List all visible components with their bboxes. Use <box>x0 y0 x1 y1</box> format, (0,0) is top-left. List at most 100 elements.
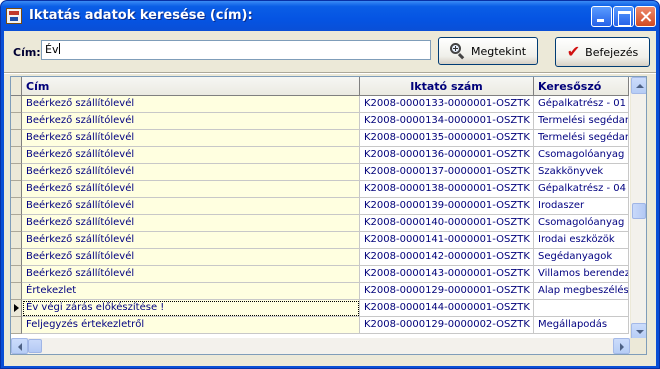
row-selector[interactable] <box>11 283 22 300</box>
cell-cim[interactable]: Értekezlet <box>22 283 360 300</box>
cell-keresoszo[interactable]: Szakkönyvek <box>534 164 629 181</box>
cell-keresoszo[interactable]: Csomagolóanyag <box>534 215 629 232</box>
search-label: Cím: <box>13 46 41 59</box>
scroll-left-button[interactable] <box>11 338 28 354</box>
vertical-scroll-thumb[interactable] <box>632 203 646 219</box>
cell-cim[interactable]: Év végi zárás előkészítése ! <box>22 300 360 317</box>
cell-keresoszo[interactable] <box>534 300 629 317</box>
cell-iktato-szam[interactable]: K2008-0000144-0000001-OSZTK <box>360 300 534 317</box>
cell-keresoszo[interactable]: Gépalkatrész - 01 Üz <box>534 96 629 113</box>
cell-cim[interactable]: Beérkező szállítólevél <box>22 181 360 198</box>
cell-cim[interactable]: Beérkező szállítólevél <box>22 198 360 215</box>
horizontal-scroll-thumb[interactable] <box>28 339 42 353</box>
column-header-cim[interactable]: Cím <box>22 77 360 96</box>
table-row[interactable]: Beérkező szállítólevél K2008-0000141-000… <box>11 232 629 249</box>
zoom-in-magnifier-icon <box>449 43 466 60</box>
cell-keresoszo[interactable]: Csomagolóanyag <box>534 147 629 164</box>
text-caret <box>59 43 61 54</box>
row-selector[interactable] <box>11 181 22 198</box>
cell-iktato-szam[interactable]: K2008-0000137-0000001-OSZTK <box>360 164 534 181</box>
minimize-button[interactable] <box>591 6 612 27</box>
cell-keresoszo[interactable]: Megállapodás <box>534 317 629 334</box>
table-row[interactable]: Beérkező szállítólevél K2008-0000140-000… <box>11 215 629 232</box>
cell-keresoszo[interactable]: Termelési segédanya <box>534 130 629 147</box>
table-row[interactable]: Beérkező szállítólevél K2008-0000135-000… <box>11 130 629 147</box>
view-button-label: Megtekint <box>470 44 527 58</box>
app-icon[interactable] <box>6 8 22 24</box>
row-selector[interactable] <box>11 113 22 130</box>
close-button[interactable] <box>635 6 656 27</box>
vertical-scrollbar[interactable] <box>630 77 646 340</box>
cell-cim[interactable]: Beérkező szállítólevél <box>22 232 360 249</box>
finish-button[interactable]: ✔ Befejezés <box>555 37 650 67</box>
horizontal-scrollbar[interactable] <box>11 338 646 354</box>
cell-iktato-szam[interactable]: K2008-0000129-0000001-OSZTK <box>360 283 534 300</box>
checkmark-icon: ✔ <box>566 42 581 61</box>
cell-iktato-szam[interactable]: K2008-0000138-0000001-OSZTK <box>360 181 534 198</box>
cell-iktato-szam[interactable]: K2008-0000141-0000001-OSZTK <box>360 232 534 249</box>
cell-iktato-szam[interactable]: K2008-0000129-0000002-OSZTK <box>360 317 534 334</box>
table-row[interactable]: Beérkező szállítólevél K2008-0000137-000… <box>11 164 629 181</box>
scrollbar-corner <box>630 338 646 354</box>
cell-cim[interactable]: Beérkező szállítólevél <box>22 164 360 181</box>
cell-iktato-szam[interactable]: K2008-0000143-0000001-OSZTK <box>360 266 534 283</box>
cell-cim[interactable]: Feljegyzés értekezletről <box>22 317 360 334</box>
cell-cim[interactable]: Beérkező szállítólevél <box>22 215 360 232</box>
row-selector[interactable] <box>11 266 22 283</box>
row-selector[interactable] <box>11 232 22 249</box>
row-selector[interactable] <box>11 147 22 164</box>
cell-iktato-szam[interactable]: K2008-0000140-0000001-OSZTK <box>360 215 534 232</box>
table-row[interactable]: Beérkező szállítólevél K2008-0000136-000… <box>11 147 629 164</box>
table-row-current[interactable]: Év végi zárás előkészítése ! K2008-00001… <box>11 300 629 317</box>
table-row[interactable]: Beérkező szállítólevél K2008-0000143-000… <box>11 266 629 283</box>
title-bar[interactable]: Iktatás adatok keresése (cím): <box>1 1 659 31</box>
row-selector[interactable] <box>11 198 22 215</box>
table-row[interactable]: Beérkező szállítólevél K2008-0000133-000… <box>11 96 629 113</box>
table-row[interactable]: Feljegyzés értekezletről K2008-0000129-0… <box>11 317 629 334</box>
column-header-iktato-szam[interactable]: Iktató szám <box>360 77 534 96</box>
cell-keresoszo[interactable]: Gépalkatrész - 04 üz <box>534 181 629 198</box>
cell-keresoszo[interactable]: Termelési segédanya <box>534 113 629 130</box>
cell-cim[interactable]: Beérkező szállítólevél <box>22 113 360 130</box>
row-selector[interactable] <box>11 317 22 334</box>
cell-keresoszo[interactable]: Irodaszer <box>534 198 629 215</box>
cell-iktato-szam[interactable]: K2008-0000142-0000001-OSZTK <box>360 249 534 266</box>
cell-iktato-szam[interactable]: K2008-0000135-0000001-OSZTK <box>360 130 534 147</box>
cell-iktato-szam[interactable]: K2008-0000134-0000001-OSZTK <box>360 113 534 130</box>
arrow-up-icon <box>636 84 644 88</box>
table-row[interactable]: Beérkező szállítólevél K2008-0000134-000… <box>11 113 629 130</box>
table-row[interactable]: Beérkező szállítólevél K2008-0000142-000… <box>11 249 629 266</box>
view-button[interactable]: Megtekint <box>438 37 538 65</box>
row-selector[interactable] <box>11 96 22 113</box>
table-row[interactable]: Beérkező szállítólevél K2008-0000139-000… <box>11 198 629 215</box>
table-row[interactable]: Beérkező szállítólevél K2008-0000138-000… <box>11 181 629 198</box>
cell-cim[interactable]: Beérkező szállítólevél <box>22 96 360 113</box>
table-row[interactable]: Értekezlet K2008-0000129-0000001-OSZTK A… <box>11 283 629 300</box>
row-selector[interactable] <box>11 249 22 266</box>
cell-cim[interactable]: Beérkező szállítólevél <box>22 249 360 266</box>
cell-keresoszo[interactable]: Irodai eszközök <box>534 232 629 249</box>
cell-cim[interactable]: Beérkező szállítólevél <box>22 130 360 147</box>
divider <box>4 72 656 74</box>
cell-cim[interactable]: Beérkező szállítólevél <box>22 266 360 283</box>
cell-iktato-szam[interactable]: K2008-0000136-0000001-OSZTK <box>360 147 534 164</box>
search-input[interactable]: Év <box>41 40 431 60</box>
row-selector[interactable] <box>11 164 22 181</box>
results-grid[interactable]: Cím Iktató szám Keresőszó Beérkező száll… <box>10 76 647 355</box>
arrow-down-icon <box>636 330 644 334</box>
row-selector[interactable] <box>11 215 22 232</box>
window-title: Iktatás adatok keresése (cím): <box>29 8 253 23</box>
cell-iktato-szam[interactable]: K2008-0000139-0000001-OSZTK <box>360 198 534 215</box>
cell-iktato-szam[interactable]: K2008-0000133-0000001-OSZTK <box>360 96 534 113</box>
cell-cim[interactable]: Beérkező szállítólevél <box>22 147 360 164</box>
cell-keresoszo[interactable]: Segédanyagok <box>534 249 629 266</box>
row-selector[interactable] <box>11 300 22 317</box>
cell-keresoszo[interactable]: Alap megbeszélés <box>534 283 629 300</box>
cell-keresoszo[interactable]: Villamos berendezése <box>534 266 629 283</box>
row-selector-header[interactable] <box>11 77 22 96</box>
maximize-button[interactable] <box>613 6 634 27</box>
scroll-up-button[interactable] <box>631 77 646 94</box>
column-header-keresoszo[interactable]: Keresőszó <box>534 77 629 96</box>
row-selector[interactable] <box>11 130 22 147</box>
scroll-right-button[interactable] <box>613 338 630 354</box>
